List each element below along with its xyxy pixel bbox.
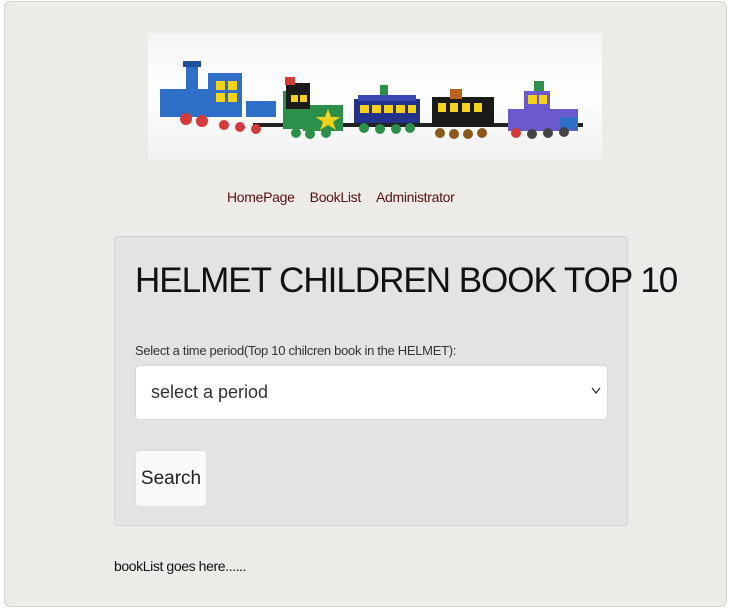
period-select[interactable]: select a period [135, 365, 608, 420]
period-select-value: select a period [151, 382, 269, 402]
page-frame: HomePage BookList Administrator HELMET C… [4, 1, 727, 607]
search-button[interactable]: Search [135, 450, 207, 507]
period-select-label: Select a time period(Top 10 chilcren boo… [135, 343, 457, 358]
nav-administrator-link[interactable]: Administrator [376, 189, 455, 207]
page-title: HELMET CHILDREN BOOK TOP 10 [135, 261, 678, 300]
train-banner-image [148, 33, 602, 160]
booklist-placeholder: bookList goes here...... [114, 558, 247, 574]
nav-booklist-link[interactable]: BookList [310, 189, 362, 207]
top10-panel: HELMET CHILDREN BOOK TOP 10 Select a tim… [114, 236, 678, 526]
main-nav: HomePage BookList Administrator [227, 189, 455, 207]
chevron-down-icon [591, 387, 601, 395]
nav-homepage-link[interactable]: HomePage [227, 189, 295, 207]
train-illustration-icon [160, 61, 583, 139]
